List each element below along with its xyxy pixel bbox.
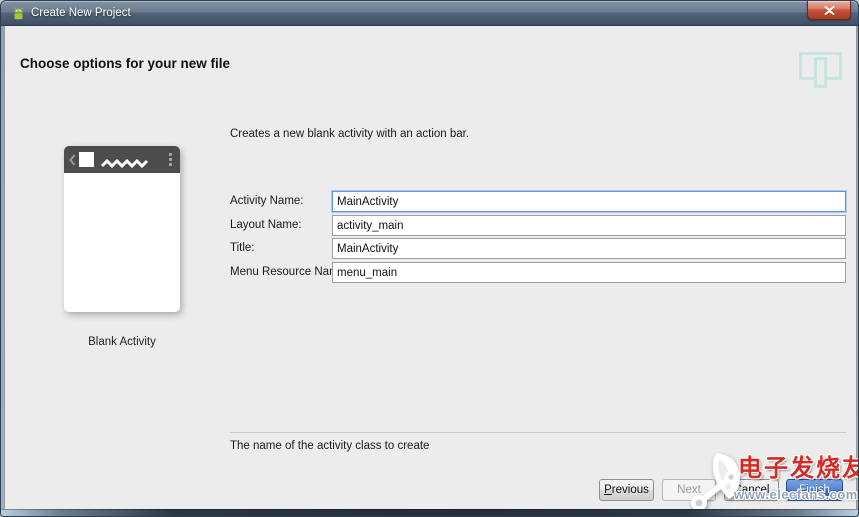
finish-button[interactable]: Finish [786,479,843,501]
title-label: Title: [230,242,255,254]
preview-actionbar [64,146,180,173]
previous-button[interactable]: Previous [599,479,654,501]
page-title: Choose options for your new file [20,56,230,71]
layout-name-label: Layout Name: [230,219,302,231]
next-button[interactable]: Next [662,479,716,501]
activity-name-input[interactable] [332,191,846,212]
form-description: Creates a new blank activity with an act… [230,128,469,140]
form-row-activity-name: Activity Name: [230,191,846,212]
android-icon [11,6,26,21]
overflow-menu-icon [169,153,172,168]
title-input[interactable] [332,238,846,259]
form-row-title: Title: [230,238,846,259]
app-icon-placeholder [79,152,94,167]
activity-layout-icon [799,52,843,94]
layout-name-input[interactable] [332,215,846,236]
back-chevron-icon [69,153,76,171]
activity-name-label: Activity Name: [230,195,304,207]
window-title: Create New Project [31,1,131,26]
window-bottom-frame [1,509,858,516]
menu-resource-name-label: Menu Resource Name: [230,266,348,278]
close-icon [824,6,835,15]
dialog-content: Choose options for your new file [4,26,857,511]
menu-resource-name-input[interactable] [332,262,846,283]
activity-preview-card [64,146,180,312]
create-new-project-window: Create New Project Choose options for yo… [0,0,859,517]
activity-layout-icon-inner [814,57,827,88]
close-button[interactable] [807,1,851,20]
titlebar[interactable]: Create New Project [1,1,858,26]
cancel-button[interactable]: Cancel [724,479,779,501]
form-row-layout-name: Layout Name: [230,215,846,236]
preview-label: Blank Activity [64,336,180,348]
form-row-menu-resource-name: Menu Resource Name: [230,262,846,283]
title-placeholder-zigzag [101,155,149,173]
field-hint: The name of the activity class to create [230,440,429,452]
hint-divider [230,432,846,433]
